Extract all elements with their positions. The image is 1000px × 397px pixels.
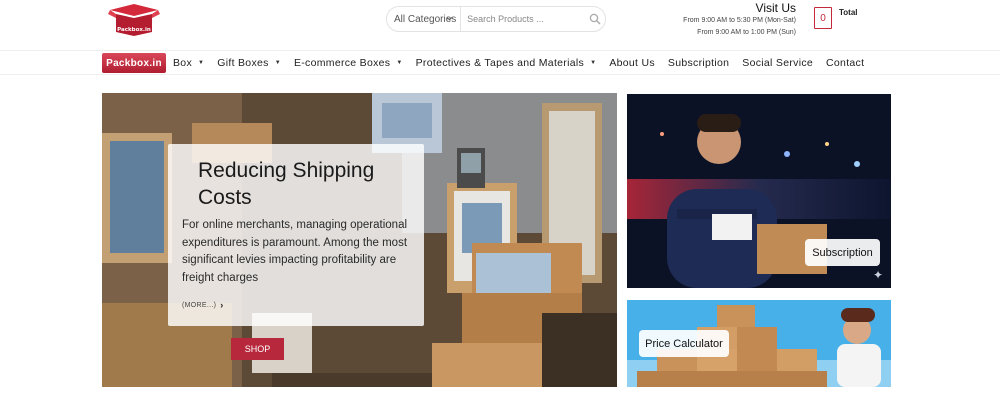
visit-us: Visit Us From 9:00 AM to 5:30 PM (Mon-Sa…: [683, 1, 796, 39]
cart-total-label[interactable]: Total: [839, 8, 858, 17]
main-nav: Packbox.in Box ▼ Gift Boxes ▼ E-commerce B…: [0, 50, 1000, 75]
packbox-logo[interactable]: Packbox.in: [106, 2, 162, 36]
caret-down-icon: ▼: [274, 60, 281, 66]
hero-description: For online merchants, managing operation…: [182, 219, 408, 284]
hero-title: Reducing Shipping Costs: [198, 159, 375, 209]
nav-item-label: Protectives & Tapes and Materials: [415, 57, 585, 69]
nav-item-gift-boxes[interactable]: Gift Boxes ▼: [217, 57, 281, 69]
logo-text: Packbox.in: [117, 27, 151, 33]
nav-item-label: Gift Boxes: [217, 57, 269, 69]
caret-down-icon: ▼: [396, 60, 403, 66]
chevron-right-icon: ›: [220, 300, 224, 310]
chevron-down-icon: [446, 16, 453, 21]
nav-item-subscription[interactable]: Subscription: [668, 57, 729, 69]
nav-item-label: Subscription: [667, 57, 730, 69]
cart-count: 0: [820, 12, 826, 24]
read-more-label: (MORE...): [182, 301, 217, 309]
nav-item-label: E-commerce Boxes: [293, 57, 391, 69]
site-header: Packbox.in All Categories Visit Us From …: [0, 0, 1000, 48]
read-more-link[interactable]: (MORE...) ›: [182, 300, 224, 310]
visit-hours-weekday: From 9:00 AM to 5:30 PM (Mon-Sat): [683, 17, 796, 24]
visit-title: Visit Us: [755, 1, 796, 15]
nav-items: Box ▼ Gift Boxes ▼ E-commerce Boxes ▼ Prote…: [173, 51, 877, 75]
caret-down-icon: ▼: [590, 60, 597, 66]
nav-item-label: Social Service: [742, 57, 814, 69]
search-button[interactable]: [584, 7, 605, 31]
nav-item-box[interactable]: Box ▼: [173, 57, 204, 69]
price-calculator-tag[interactable]: Price Calculator: [639, 330, 729, 357]
visit-hours-sunday: From 9:00 AM to 1:00 PM (Sun): [697, 29, 796, 36]
nav-item-about-us[interactable]: About Us: [609, 57, 655, 69]
category-select[interactable]: All Categories: [387, 7, 462, 31]
nav-item-label: Box: [173, 57, 192, 69]
nav-item-label: Contact: [826, 57, 865, 69]
nav-brand[interactable]: Packbox.in: [102, 53, 166, 73]
cart-button[interactable]: 0: [814, 7, 832, 29]
search-bar: All Categories: [386, 6, 606, 32]
subscription-tag[interactable]: Subscription: [805, 239, 880, 266]
shop-button[interactable]: SHOP: [231, 338, 284, 360]
nav-item-protectives[interactable]: Protectives & Tapes and Materials ▼: [416, 57, 597, 69]
search-icon: [589, 13, 601, 25]
sparkle-icon: ✦: [873, 268, 884, 282]
caret-down-icon: ▼: [198, 60, 205, 66]
nav-item-label: About Us: [609, 57, 655, 69]
nav-item-ecommerce-boxes[interactable]: E-commerce Boxes ▼: [294, 57, 403, 69]
nav-item-contact[interactable]: Contact: [826, 57, 864, 69]
nav-item-social-service[interactable]: Social Service: [742, 57, 813, 69]
search-input[interactable]: [461, 7, 585, 31]
